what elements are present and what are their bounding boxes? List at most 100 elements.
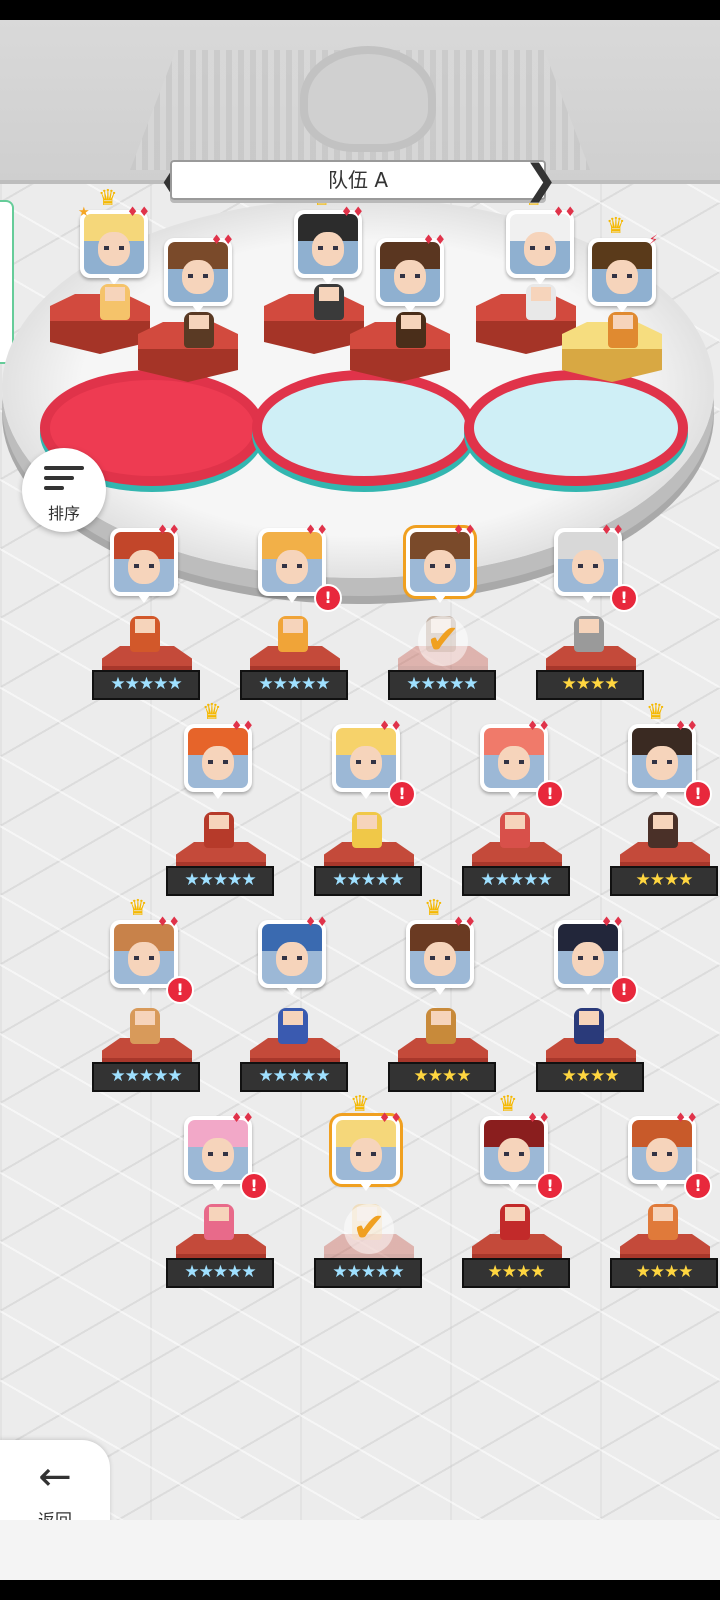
suit-icon: ♦♦	[378, 1111, 402, 1126]
character-portrait[interactable]: ♦♦	[628, 720, 698, 799]
character-portrait[interactable]: ♦♦	[184, 1112, 254, 1191]
character-portrait[interactable]: ♦♦ ★	[78, 206, 150, 285]
character-portrait[interactable]: ♦♦	[554, 916, 624, 995]
roster-character[interactable]: ♦♦ ♛ ★★★★	[388, 898, 508, 1120]
character-sprite	[314, 284, 344, 320]
roster-character[interactable]: ♦♦ ♛ ✔ ★★★★★	[314, 1094, 434, 1316]
suit-icon: ♦♦	[600, 915, 624, 930]
character-face	[484, 728, 544, 788]
character-portrait[interactable]: ♦♦	[628, 1112, 698, 1191]
roster-character[interactable]: ♦♦! ★★★★★	[462, 720, 582, 924]
team-slot[interactable]: ♦♦	[350, 234, 478, 438]
suit-icon: ♦♦	[600, 523, 624, 538]
character-sprite	[130, 616, 160, 652]
roster-character[interactable]: ♦♦! ★★★★★	[314, 720, 434, 924]
roster-character[interactable]: ♦♦! ★★★★★	[166, 1112, 286, 1316]
character-portrait[interactable]: ♦♦	[110, 916, 180, 995]
portrait-pointer	[582, 987, 594, 995]
character-portrait[interactable]: ♦♦	[480, 1112, 550, 1191]
sort-icon	[44, 466, 84, 492]
suit-icon: ♦♦	[126, 205, 150, 220]
side-tab[interactable]	[0, 200, 14, 364]
alert-badge-icon: !	[240, 1172, 268, 1200]
suit-icon: ♦♦	[340, 205, 364, 220]
star-rating: ★★★★★	[92, 670, 200, 700]
character-portrait[interactable]: ♦♦	[506, 206, 576, 285]
character-portrait[interactable]: ♦♦	[164, 234, 234, 313]
character-portrait[interactable]: ♦♦	[554, 524, 624, 603]
character-portrait[interactable]: ♦♦	[258, 524, 328, 603]
character-face	[592, 242, 652, 302]
portrait-pointer	[508, 1183, 520, 1191]
character-portrait[interactable]: ♦♦	[406, 916, 476, 995]
roster-character[interactable]: ♦♦ ★★★★★	[92, 524, 212, 728]
portrait-pointer	[212, 791, 224, 799]
roster-character[interactable]: ♦♦ ✔ ★★★★★	[388, 524, 508, 728]
back-button[interactable]: ← 返回	[0, 1440, 110, 1520]
roster-character[interactable]: ♦♦! ★★★★	[536, 524, 656, 728]
suit-icon: ♦♦	[422, 233, 446, 248]
roster-character[interactable]: ♦♦ ♛! ★★★★★	[92, 898, 212, 1120]
roster-character[interactable]: ♦♦! ★★★★★	[240, 524, 360, 728]
leader-star-icon: ★	[78, 205, 90, 220]
character-portrait[interactable]: ♦♦	[406, 524, 476, 603]
back-label: 返回	[0, 1506, 110, 1520]
roster-character[interactable]: ♦♦ ♛! ★★★★	[462, 1094, 582, 1316]
star-rating: ★★★★★	[462, 866, 570, 896]
character-portrait[interactable]: ♦♦	[110, 524, 180, 603]
roster-character[interactable]: ♦♦! ★★★★	[536, 916, 656, 1120]
character-face	[262, 532, 322, 592]
team-slot[interactable]: ⚡ ♛	[562, 216, 690, 438]
sort-button[interactable]: 排序	[22, 448, 106, 532]
character-portrait[interactable]: ♦♦	[332, 1112, 402, 1191]
alert-badge-icon: !	[536, 780, 564, 808]
character-sprite	[574, 616, 604, 652]
character-face	[188, 728, 248, 788]
portrait-pointer	[212, 1183, 224, 1191]
star-rating: ★★★★	[388, 1062, 496, 1092]
roster-character[interactable]: ♦♦! ★★★★	[610, 1112, 720, 1316]
alert-badge-icon: !	[610, 976, 638, 1004]
star-rating: ★★★★	[462, 1258, 570, 1288]
alert-badge-icon: !	[684, 1172, 712, 1200]
character-face	[632, 1120, 692, 1180]
portrait-pointer	[360, 1183, 372, 1191]
star-rating: ★★★★★	[388, 670, 496, 700]
check-icon: ✔	[418, 616, 468, 666]
character-face	[410, 532, 470, 592]
suit-icon: ♦♦	[452, 523, 476, 538]
portrait-pointer	[138, 987, 150, 995]
character-face	[336, 1120, 396, 1180]
character-portrait[interactable]: ♦♦	[480, 720, 550, 799]
character-face	[168, 242, 228, 302]
star-rating: ★★★★	[610, 1258, 718, 1288]
character-sprite	[204, 1204, 234, 1240]
character-portrait[interactable]: ♦♦	[294, 206, 364, 285]
alert-badge-icon: !	[684, 780, 712, 808]
crown-icon: ♛	[424, 896, 444, 921]
roster-character[interactable]: ♦♦ ★★★★★	[240, 916, 360, 1120]
character-portrait[interactable]: ♦♦	[376, 234, 446, 313]
star-rating: ★★★★★	[166, 1258, 274, 1288]
character-portrait[interactable]: ♦♦	[332, 720, 402, 799]
suit-icon: ♦♦	[552, 205, 576, 220]
next-team-button[interactable]: ❯	[524, 158, 558, 202]
portrait-pointer	[582, 595, 594, 603]
star-rating: ★★★★★	[240, 1062, 348, 1092]
roster-character[interactable]: ♦♦ ♛! ★★★★	[610, 702, 720, 924]
roster-character[interactable]: ♦♦ ♛ ★★★★★	[166, 702, 286, 924]
alert-badge-icon: !	[314, 584, 342, 612]
suit-icon: ♦♦	[674, 1111, 698, 1126]
crown-icon: ♛	[128, 896, 148, 921]
character-sprite	[184, 312, 214, 348]
character-portrait[interactable]: ♦♦	[184, 720, 254, 799]
character-portrait[interactable]: ⚡	[588, 234, 658, 313]
alert-badge-icon: !	[166, 976, 194, 1004]
suit-icon: ♦♦	[156, 523, 180, 538]
alert-badge-icon: !	[610, 584, 638, 612]
team-slot[interactable]: ♦♦	[138, 234, 266, 438]
portrait-pointer	[286, 595, 298, 603]
character-portrait[interactable]: ♦♦	[258, 916, 328, 995]
character-face	[188, 1120, 248, 1180]
portrait-pointer	[434, 987, 446, 995]
